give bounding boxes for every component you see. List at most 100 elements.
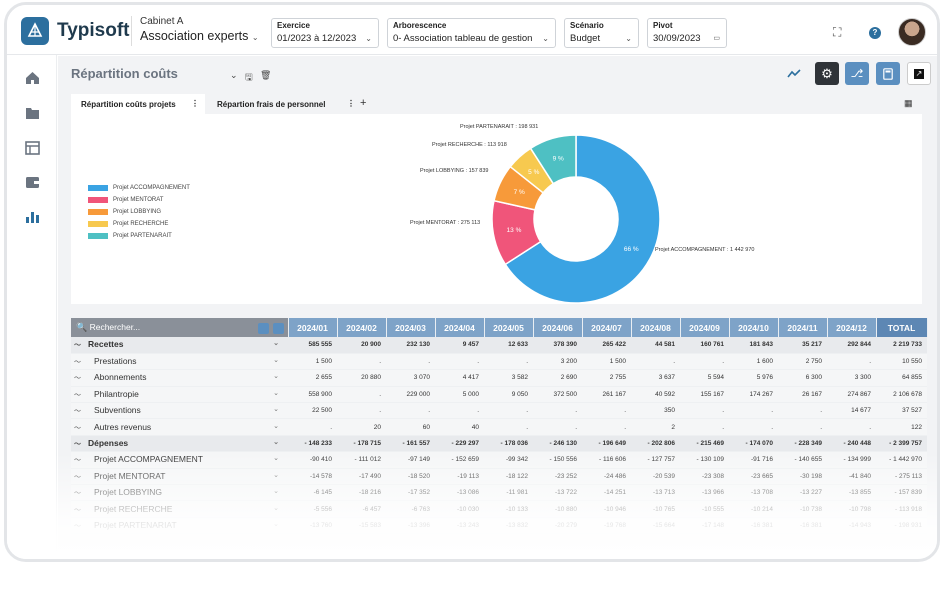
value-cell[interactable]: 3 300	[827, 369, 876, 387]
add-tab-icon[interactable]: +	[360, 97, 366, 109]
hierarchy-button[interactable]: ⎇	[845, 62, 869, 85]
chevron-down-icon[interactable]: ⌄	[273, 438, 279, 446]
row-label-cell[interactable]: 〜 Recettes ⌄	[71, 337, 288, 354]
table-icon[interactable]	[25, 141, 40, 155]
value-cell[interactable]: 2 750	[778, 353, 827, 371]
row-label-cell[interactable]: 〜 Prestations ⌄	[71, 353, 288, 371]
row-label-cell[interactable]: 〜 Philantropie ⌄	[71, 386, 288, 404]
value-cell[interactable]: .	[337, 386, 386, 404]
value-cell[interactable]: 1 500	[582, 353, 631, 371]
value-cell[interactable]: - 174 070	[729, 435, 778, 453]
value-cell[interactable]: 5 000	[435, 386, 484, 404]
value-cell[interactable]: 44 581	[631, 337, 680, 354]
value-cell[interactable]: 1 600	[729, 353, 778, 371]
value-cell[interactable]: .	[435, 353, 484, 371]
total-cell[interactable]: - 2 399 757	[876, 435, 927, 453]
value-cell[interactable]: 9 457	[435, 337, 484, 354]
value-cell[interactable]: .	[484, 402, 533, 420]
trash-icon[interactable]: 🗑	[260, 70, 271, 81]
value-cell[interactable]: 20 900	[337, 337, 386, 354]
value-cell[interactable]: .	[729, 418, 778, 436]
value-cell[interactable]: 558 900	[288, 386, 337, 404]
value-cell[interactable]: 2 655	[288, 369, 337, 387]
value-cell[interactable]: - 161 557	[386, 435, 435, 453]
folder-icon[interactable]	[257, 322, 269, 334]
value-cell[interactable]: 40 592	[631, 386, 680, 404]
trend-icon[interactable]	[785, 65, 803, 83]
value-cell[interactable]: .	[680, 402, 729, 420]
value-cell[interactable]: 9 050	[484, 386, 533, 404]
value-cell[interactable]: 2 690	[533, 369, 582, 387]
value-cell[interactable]: 1 500	[288, 353, 337, 371]
search-input[interactable]: Rechercher...	[90, 322, 141, 332]
settings-button[interactable]: ⚙	[815, 62, 839, 85]
value-cell[interactable]: .	[533, 418, 582, 436]
column-header[interactable]: 2024/01	[288, 318, 338, 337]
calculator-button[interactable]	[876, 62, 900, 85]
value-cell[interactable]: 181 843	[729, 337, 778, 354]
value-cell[interactable]: 3 582	[484, 369, 533, 387]
value-cell[interactable]: - 202 806	[631, 435, 680, 453]
value-cell[interactable]: .	[484, 418, 533, 436]
value-cell[interactable]: 22 500	[288, 402, 337, 420]
value-cell[interactable]: 2	[631, 418, 680, 436]
row-label-cell[interactable]: 〜 Subventions ⌄	[71, 402, 288, 420]
more-vertical-icon[interactable]: ⋮	[347, 99, 355, 108]
value-cell[interactable]: 20 880	[337, 369, 386, 387]
chevron-down-icon[interactable]: ⌄	[230, 70, 238, 81]
column-header[interactable]: 2024/09	[680, 318, 730, 337]
total-cell[interactable]: 64 855	[876, 369, 927, 387]
cabinet-selector[interactable]: Cabinet A Association experts ⌄	[131, 16, 259, 46]
export-button[interactable]: ↗	[907, 62, 931, 85]
value-cell[interactable]: .	[386, 353, 435, 371]
value-cell[interactable]: .	[729, 402, 778, 420]
value-cell[interactable]: .	[435, 402, 484, 420]
grid-view-icon[interactable]: ▦	[904, 98, 913, 109]
value-cell[interactable]: 372 500	[533, 386, 582, 404]
typisoft-logo-icon[interactable]	[21, 17, 49, 45]
arborescence-select[interactable]: Arborescence 0- Association tableau de g…	[387, 18, 556, 48]
column-header[interactable]: 2024/03	[386, 318, 436, 337]
row-label-cell[interactable]: 〜 Abonnements ⌄	[71, 369, 288, 387]
value-cell[interactable]: - 215 469	[680, 435, 729, 453]
bar-chart-icon[interactable]	[25, 210, 40, 224]
chevron-down-icon[interactable]: ⌄	[273, 372, 279, 380]
value-cell[interactable]: .	[827, 418, 876, 436]
fullscreen-icon[interactable]: ⛶	[833, 25, 841, 40]
chevron-down-icon[interactable]: ⌄	[273, 356, 279, 364]
value-cell[interactable]: 4 417	[435, 369, 484, 387]
value-cell[interactable]: 155 167	[680, 386, 729, 404]
value-cell[interactable]: 12 633	[484, 337, 533, 354]
scenario-select[interactable]: Scénario Budget ⌄	[564, 18, 639, 48]
value-cell[interactable]: 378 390	[533, 337, 582, 354]
table-row[interactable]: 〜 Abonnements ⌄ 2 655 20 880 3 070 4 417 3 582 2…	[71, 369, 927, 387]
total-cell[interactable]: 10 550	[876, 353, 927, 371]
table-row[interactable]: 〜 Prestations ⌄ 1 500.... 3 200 1 500.. 1 600 2…	[71, 353, 927, 371]
value-cell[interactable]: - 178 036	[484, 435, 533, 453]
table-group-row[interactable]: 〜 Dépenses ⌄ - 148 233- 178 715- 161 557- 2…	[71, 435, 927, 453]
trend-icon[interactable]: 〜	[74, 357, 88, 367]
value-cell[interactable]: .	[484, 353, 533, 371]
value-cell[interactable]: 3 637	[631, 369, 680, 387]
home-icon[interactable]	[25, 71, 40, 85]
value-cell[interactable]: 5 976	[729, 369, 778, 387]
table-row[interactable]: 〜 Autres revenus ⌄. 20 60 40... 2.... 122	[71, 418, 927, 436]
value-cell[interactable]: 350	[631, 402, 680, 420]
value-cell[interactable]: .	[827, 353, 876, 371]
total-cell[interactable]: 122	[876, 418, 927, 436]
column-header[interactable]: 2024/02	[337, 318, 387, 337]
chevron-down-icon[interactable]: ⌄	[273, 405, 279, 413]
expand-icon[interactable]	[272, 322, 284, 334]
value-cell[interactable]: 265 422	[582, 337, 631, 354]
value-cell[interactable]: 14 677	[827, 402, 876, 420]
value-cell[interactable]: 60	[386, 418, 435, 436]
value-cell[interactable]: 261 167	[582, 386, 631, 404]
tab-repartion-frais-personnel[interactable]: Répartion frais de personnel ⋮	[207, 94, 357, 114]
value-cell[interactable]: - 229 297	[435, 435, 484, 453]
value-cell[interactable]: 232 130	[386, 337, 435, 354]
chevron-down-icon[interactable]: ⌄	[273, 339, 279, 347]
value-cell[interactable]: 292 844	[827, 337, 876, 354]
more-vertical-icon[interactable]: ⋮	[191, 99, 199, 108]
value-cell[interactable]: .	[582, 402, 631, 420]
value-cell[interactable]: .	[533, 402, 582, 420]
